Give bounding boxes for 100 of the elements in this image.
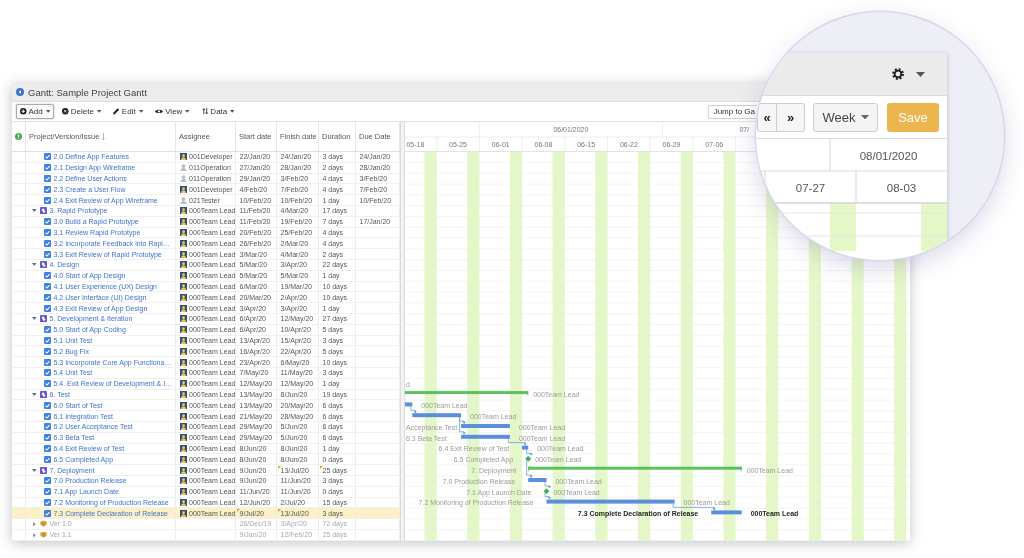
person-icon — [179, 164, 187, 172]
caret-right-icon[interactable] — [33, 521, 36, 527]
menu-button[interactable]: Data — [197, 104, 239, 119]
avatar-icon — [179, 434, 187, 442]
check-square-icon — [44, 218, 51, 226]
check-square-icon — [44, 239, 51, 247]
project-icon — [39, 315, 47, 323]
pencil-icon — [113, 108, 120, 115]
settings-icon[interactable] — [892, 68, 904, 80]
check-square-icon — [44, 401, 51, 409]
avatar-icon — [179, 509, 187, 517]
eye-icon — [155, 109, 164, 114]
person-icon — [179, 175, 187, 182]
nav-button[interactable]: » — [777, 102, 805, 132]
check-square-icon — [44, 477, 51, 485]
avatar-icon — [179, 347, 187, 355]
task-bar[interactable] — [461, 434, 510, 439]
jump-button[interactable]: Jump to Ga — [707, 104, 757, 119]
package-icon — [39, 520, 47, 528]
check-square-icon — [44, 369, 51, 377]
avatar-icon — [179, 315, 187, 323]
caret-icon — [860, 114, 869, 120]
menu-button[interactable]: Delete — [58, 104, 106, 119]
avatar-icon — [179, 185, 187, 193]
caret-icon — [45, 110, 51, 113]
month-label: 08/01/2020 — [859, 149, 918, 162]
summary-bar[interactable] — [405, 391, 529, 397]
avatar-icon — [179, 369, 187, 377]
project-icon — [39, 390, 47, 398]
caret-down-icon[interactable] — [32, 209, 37, 213]
sort-arrows-icon — [201, 108, 209, 115]
check-square-icon — [44, 293, 51, 301]
menu-button[interactable]: Add — [16, 104, 55, 119]
check-square-icon — [44, 488, 51, 496]
avatar-icon — [179, 477, 187, 485]
alert-icon — [15, 133, 22, 140]
caret-right-icon[interactable] — [33, 532, 36, 538]
avatar-icon — [179, 250, 187, 258]
menu-button[interactable]: Edit — [109, 104, 148, 119]
check-square-icon — [44, 228, 51, 236]
caret-icon — [185, 110, 190, 113]
avatar-icon — [179, 444, 187, 452]
nav-button[interactable]: « — [757, 102, 777, 132]
plus-circle-icon — [20, 108, 27, 115]
caret-down-icon[interactable] — [32, 263, 37, 267]
diamond-icon[interactable] — [543, 488, 550, 495]
scale-dropdown[interactable]: Week — [813, 102, 878, 132]
diamond-icon[interactable] — [525, 455, 532, 462]
avatar-icon — [179, 488, 187, 496]
avatar-icon — [179, 498, 187, 506]
task-bar[interactable] — [711, 510, 742, 515]
avatar-icon — [179, 153, 187, 161]
check-square-icon — [44, 304, 51, 312]
task-bar[interactable] — [528, 478, 547, 482]
project-icon — [39, 207, 47, 215]
caret-down-icon[interactable] — [32, 392, 37, 396]
avatar-icon — [179, 401, 187, 409]
avatar-icon — [179, 412, 187, 420]
avatar-icon — [179, 358, 187, 366]
check-square-icon — [44, 434, 51, 442]
check-square-icon — [44, 455, 51, 463]
avatar-icon — [179, 466, 187, 474]
caret-down-icon[interactable] — [32, 317, 37, 321]
project-icon — [39, 466, 47, 474]
check-square-icon — [44, 509, 51, 517]
check-square-icon — [44, 336, 51, 344]
caret-icon — [230, 110, 235, 113]
check-square-icon — [44, 153, 51, 161]
check-square-icon — [44, 326, 51, 334]
check-square-icon — [44, 412, 51, 420]
avatar-icon — [179, 326, 187, 334]
splitter-handle[interactable] — [400, 122, 405, 541]
avatar-icon — [179, 272, 187, 280]
task-bar[interactable] — [405, 402, 413, 407]
avatar-icon — [179, 218, 187, 226]
sort-icon[interactable] — [102, 133, 106, 140]
summary-bar[interactable] — [528, 466, 742, 472]
task-bar[interactable] — [546, 499, 675, 504]
caret-down-icon[interactable] — [32, 468, 37, 472]
window-title: Gantt: Sample Project Gantt — [28, 86, 147, 98]
menu-button[interactable]: View — [151, 104, 194, 119]
task-bar[interactable] — [522, 445, 529, 450]
check-square-icon — [44, 423, 51, 431]
avatar-icon — [179, 207, 187, 215]
avatar-icon — [179, 380, 187, 388]
check-square-icon — [44, 358, 51, 366]
check-square-icon — [44, 250, 51, 258]
caret-icon — [138, 110, 144, 113]
arrow-circle-icon[interactable] — [16, 88, 24, 96]
task-bar[interactable] — [412, 413, 462, 418]
caret-icon[interactable] — [916, 71, 925, 77]
check-square-icon — [44, 498, 51, 506]
avatar-icon — [179, 336, 187, 344]
check-square-icon — [44, 282, 51, 290]
check-square-icon — [44, 272, 51, 280]
project-icon — [39, 261, 47, 269]
avatar-icon — [179, 239, 187, 247]
avatar-icon — [179, 282, 187, 290]
check-square-icon — [44, 380, 51, 388]
week-label: 08-03 — [886, 181, 917, 194]
